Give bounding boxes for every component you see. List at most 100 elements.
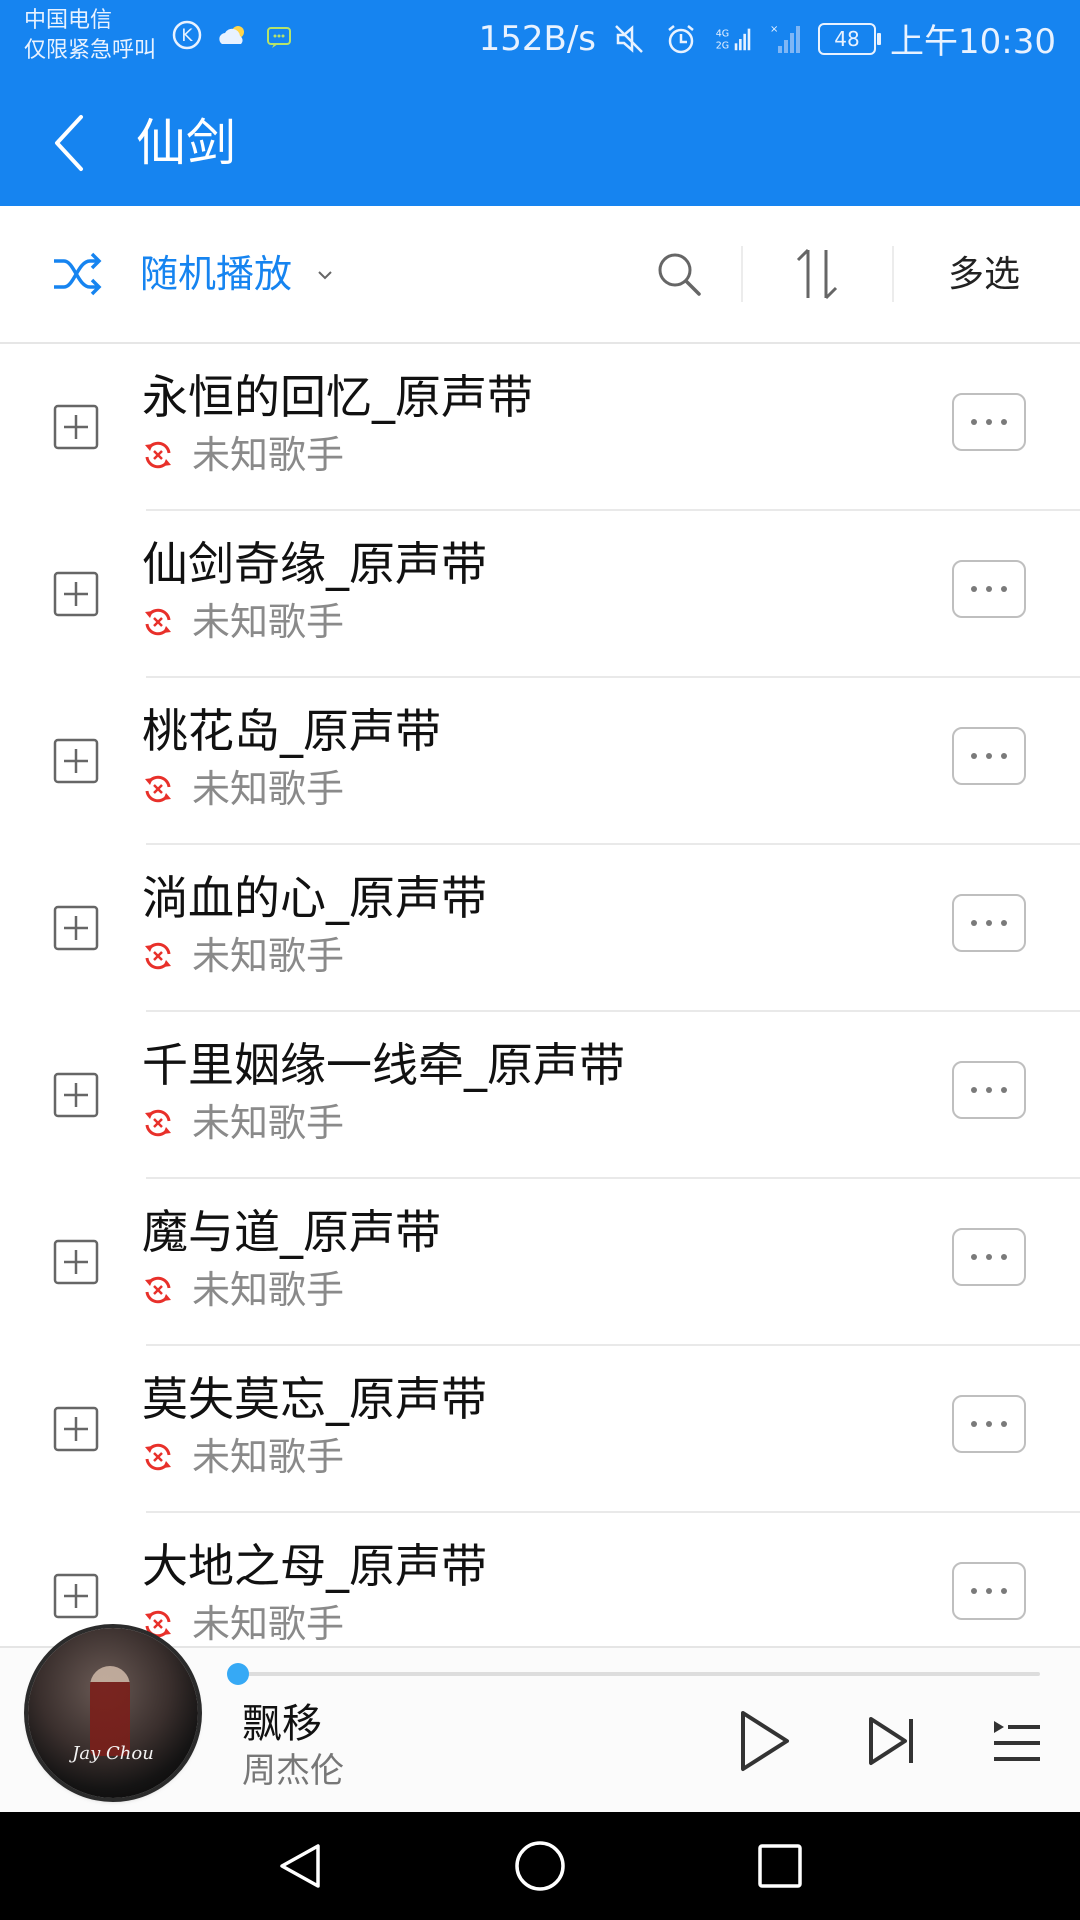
list-toolbar: 随机播放 多选: [0, 206, 1080, 344]
nav-recents-button[interactable]: [752, 1838, 808, 1894]
more-options-button[interactable]: [952, 1061, 1026, 1119]
song-artist: 未知歌手: [192, 1101, 345, 1145]
page-title: 仙剑: [136, 114, 236, 172]
shuffle-play-button[interactable]: 随机播放: [140, 249, 292, 299]
carrier-info: 中国电信 仅限紧急呼叫: [24, 6, 156, 66]
song-row[interactable]: 莫失莫忘_原声带 未知歌手: [0, 1346, 1080, 1513]
add-to-playlist-icon[interactable]: [53, 1573, 99, 1619]
svg-text:4G: 4G: [716, 28, 729, 39]
search-icon[interactable]: [655, 250, 703, 298]
more-options-button[interactable]: [952, 1562, 1026, 1620]
dot-icon: [986, 1087, 992, 1093]
song-title: 千里姻缘一线牵_原声带: [142, 1038, 625, 1092]
dot-icon: [971, 1421, 977, 1427]
song-title: 桃花岛_原声带: [142, 704, 441, 758]
add-to-playlist-icon[interactable]: [53, 1072, 99, 1118]
svg-text:×: ×: [770, 24, 778, 35]
weather-icon: [216, 18, 250, 52]
next-button[interactable]: [862, 1708, 922, 1774]
sync-failed-icon: [142, 606, 174, 638]
dot-icon: [971, 1087, 977, 1093]
circle-home-icon: [515, 1841, 565, 1891]
add-to-playlist-icon[interactable]: [53, 571, 99, 617]
song-artist: 未知歌手: [192, 1602, 345, 1646]
song-row[interactable]: 仙剑奇缘_原声带 未知歌手: [0, 511, 1080, 678]
song-row[interactable]: 淌血的心_原声带 未知歌手: [0, 845, 1080, 1012]
dot-icon: [971, 419, 977, 425]
more-options-button[interactable]: [952, 1395, 1026, 1453]
dot-icon: [971, 1254, 977, 1260]
dot-icon: [1001, 586, 1007, 592]
add-to-playlist-icon[interactable]: [53, 1239, 99, 1285]
progress-knob[interactable]: [227, 1663, 249, 1685]
add-to-playlist-icon[interactable]: [53, 1406, 99, 1452]
sync-failed-icon: [142, 1107, 174, 1139]
triangle-back-icon: [280, 1844, 320, 1888]
dot-icon: [986, 1254, 992, 1260]
now-playing-artist: 周杰伦: [242, 1751, 344, 1791]
add-to-playlist-icon[interactable]: [53, 905, 99, 951]
battery-level: 48: [834, 26, 860, 51]
multi-select-button[interactable]: 多选: [948, 250, 1020, 300]
emergency-only-text: 仅限紧急呼叫: [24, 38, 157, 63]
song-artist: 未知歌手: [192, 767, 345, 811]
more-options-button[interactable]: [952, 1228, 1026, 1286]
title-bar: 仙剑: [0, 78, 1080, 206]
song-artist: 未知歌手: [192, 433, 345, 477]
more-options-button[interactable]: [952, 727, 1026, 785]
song-artist: 未知歌手: [192, 934, 345, 978]
toolbar-divider: [892, 246, 894, 302]
song-row[interactable]: 魔与道_原声带 未知歌手: [0, 1179, 1080, 1346]
mini-player[interactable]: Jay Chou 飘移 周杰伦: [0, 1628, 1080, 1814]
alarm-icon: [662, 20, 700, 58]
song-row[interactable]: 桃花岛_原声带未知歌手: [0, 678, 1080, 845]
back-button[interactable]: [34, 108, 104, 178]
sync-failed-icon: [142, 940, 174, 972]
sync-failed-icon: [142, 773, 174, 805]
dot-icon: [986, 1588, 992, 1594]
more-options-button[interactable]: [952, 894, 1026, 952]
dot-icon: [1001, 753, 1007, 759]
shuffle-icon[interactable]: [52, 251, 102, 297]
song-title: 魔与道_原声带: [142, 1205, 441, 1259]
song-row[interactable]: 千里姻缘一线牵_原声带未知歌手: [0, 1012, 1080, 1179]
sort-icon[interactable]: [794, 246, 840, 302]
more-options-button[interactable]: [952, 560, 1026, 618]
dot-icon: [1001, 1254, 1007, 1260]
signal-4g-icon: 4G 2G: [714, 20, 752, 58]
dot-icon: [1001, 1087, 1007, 1093]
network-speed: 152B/s: [478, 18, 597, 59]
toolbar-divider: [741, 246, 743, 302]
mute-icon: [610, 20, 648, 58]
dot-icon: [971, 586, 977, 592]
add-to-playlist-icon[interactable]: [53, 404, 99, 450]
svg-text:2G: 2G: [716, 40, 729, 51]
song-title: 永恒的回忆_原声带: [142, 370, 533, 424]
more-options-button[interactable]: [952, 393, 1026, 451]
nav-back-button[interactable]: [272, 1838, 328, 1894]
dot-icon: [971, 753, 977, 759]
status-icons: 152B/s 4G 2G × 48 上午10:30: [479, 14, 1056, 63]
song-title: 大地之母_原声带: [142, 1539, 487, 1593]
add-to-playlist-icon[interactable]: [53, 738, 99, 784]
square-recents-icon: [758, 1844, 802, 1888]
dot-icon: [1001, 920, 1007, 926]
progress-bar[interactable]: [227, 1663, 1040, 1685]
dot-icon: [986, 753, 992, 759]
chevron-down-icon[interactable]: [316, 266, 334, 284]
playlist-icon: [994, 1721, 1040, 1761]
song-row[interactable]: 永恒的回忆_原声带未知歌手: [0, 344, 1080, 511]
song-list: 永恒的回忆_原声带 未知歌手 仙剑奇缘_原声带 未知歌手 桃花岛_原声带 未知歌手 淌血的心…: [0, 344, 1080, 1680]
playlist-button[interactable]: [986, 1708, 1046, 1774]
skip-next-icon: [869, 1717, 913, 1765]
message-icon: [262, 18, 296, 52]
now-playing-title: 飘移: [242, 1701, 322, 1747]
dot-icon: [986, 419, 992, 425]
play-button[interactable]: [733, 1708, 793, 1774]
dot-icon: [1001, 1421, 1007, 1427]
nav-home-button[interactable]: [512, 1838, 568, 1894]
album-cover[interactable]: Jay Chou: [28, 1628, 198, 1798]
dot-icon: [986, 1421, 992, 1427]
carrier-name: 中国电信: [24, 8, 113, 33]
status-bar: 中国电信 仅限紧急呼叫 K 152B/s 4G 2G × 48 上午10:30: [0, 0, 1080, 78]
